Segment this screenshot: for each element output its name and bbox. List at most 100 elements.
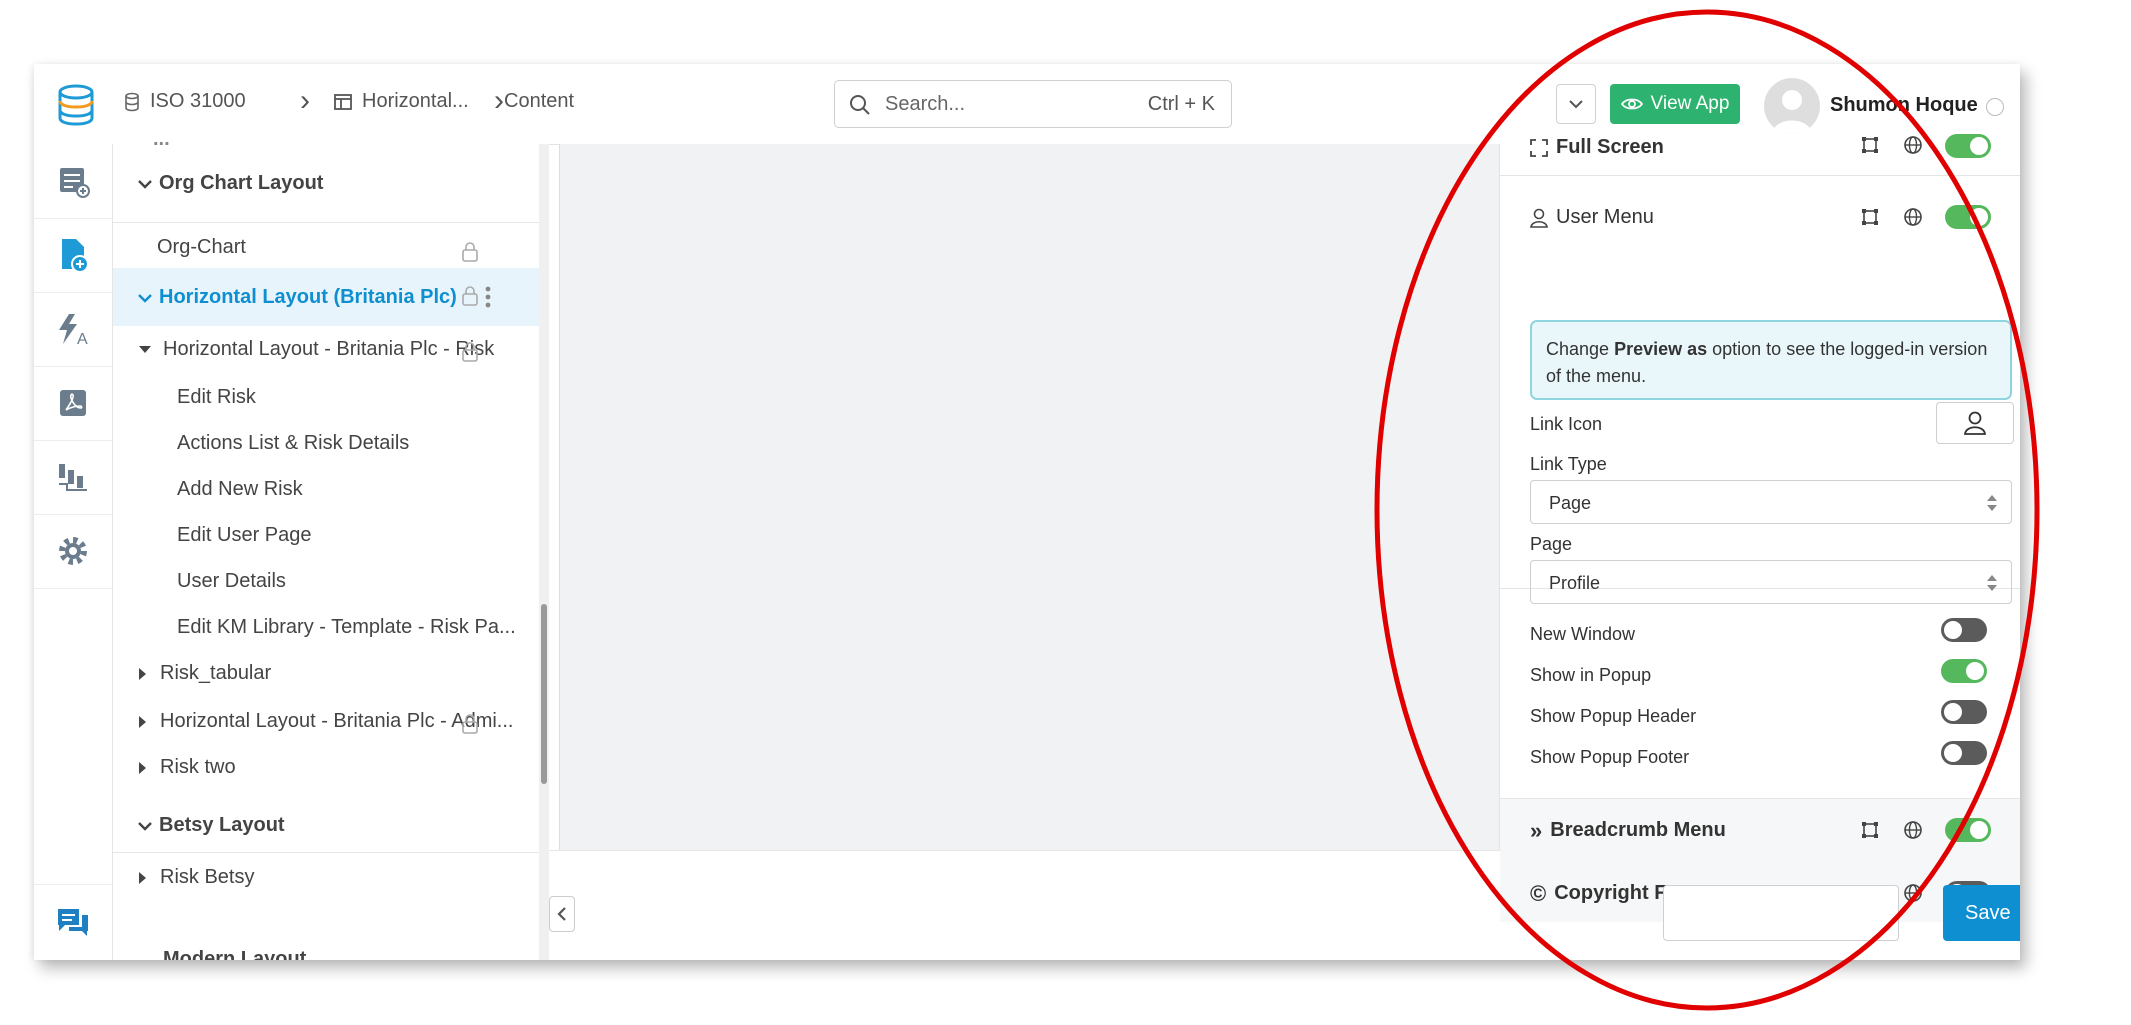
divider	[113, 852, 539, 853]
new-window-toggle[interactable]	[1941, 618, 1987, 642]
tree-item-page[interactable]: Edit User Page	[113, 524, 539, 547]
section-full-screen[interactable]: Full Screen	[1500, 124, 2020, 176]
view-app-button[interactable]: View App	[1610, 84, 1740, 124]
tree-item-page[interactable]: User Details	[113, 570, 539, 593]
tree-group-partial-bottom[interactable]: Modern Layout	[113, 948, 539, 960]
copyright-icon: ©	[1530, 880, 1547, 906]
icon-rail: A	[34, 144, 113, 960]
show-popup-header-label: Show Popup Header	[1530, 706, 1697, 726]
globe-icon[interactable]	[1903, 207, 1923, 227]
chevron-down-icon	[138, 179, 152, 189]
rail-translation[interactable]: A	[34, 292, 112, 367]
show-popup-footer-label: Show Popup Footer	[1530, 747, 1690, 767]
editor-canvas[interactable]	[559, 144, 1500, 850]
double-chevron-icon: »	[1530, 817, 1543, 843]
section-label: Breadcrumb Menu	[1550, 819, 1726, 841]
show-in-popup-toggle[interactable]	[1941, 659, 1987, 683]
page-select[interactable]: Profile	[1530, 560, 2012, 604]
tree-partial-top: ...	[153, 128, 170, 150]
workflow-icon	[59, 464, 87, 491]
page-value: Profile	[1549, 573, 1601, 593]
chevron-left-icon	[557, 907, 566, 921]
show-in-popup-label: Show in Popup	[1530, 665, 1652, 685]
tree-folder-risk-two[interactable]: Risk two	[113, 756, 539, 779]
select-arrows-icon	[1987, 495, 1997, 511]
caret-right-icon	[139, 761, 146, 774]
tree-folder-label: Risk two	[160, 756, 236, 778]
tree-item-page[interactable]: Actions List & Risk Details	[113, 432, 539, 455]
tree-folder-risk-betsy[interactable]: Risk Betsy	[113, 866, 539, 889]
link-icon-picker[interactable]	[1936, 402, 2014, 444]
add-page-icon	[60, 168, 90, 198]
chat-icon	[58, 909, 88, 936]
save-button[interactable]: Save	[1943, 885, 2020, 941]
tree-scrollbar[interactable]	[539, 144, 549, 960]
responsive-icon[interactable]	[1861, 821, 1879, 839]
divider	[113, 222, 539, 223]
gear-icon	[59, 537, 87, 565]
search-input[interactable]: Search... Ctrl + K	[834, 80, 1232, 128]
tree-item-label: Org-Chart	[157, 236, 246, 258]
kebab-menu-icon[interactable]	[485, 286, 491, 308]
user-icon	[1964, 411, 1986, 435]
chevron-down-icon	[1569, 100, 1583, 109]
collapse-sidebar-button[interactable]	[549, 896, 575, 932]
link-type-select[interactable]: Page	[1530, 480, 2012, 524]
breadcrumb-content-label: Content	[504, 90, 575, 112]
database-icon	[125, 92, 139, 111]
app-window: ISO 31000 › Horizontal... › Content Sear…	[34, 64, 2020, 960]
tree-group-org-chart-layout[interactable]: Org Chart Layout	[113, 172, 539, 202]
section-title[interactable]: User Menu	[1530, 206, 1654, 229]
tree-group-betsy-layout[interactable]: Betsy Layout	[113, 814, 539, 837]
search-icon	[850, 95, 870, 115]
show-popup-header-toggle[interactable]	[1941, 700, 1987, 724]
chevron-down-icon	[138, 293, 152, 303]
page-editor-icon	[62, 239, 89, 273]
user-menu-toggle[interactable]	[1945, 205, 1991, 229]
tree-scrollbar-thumb[interactable]	[541, 604, 547, 784]
save-label: Save	[1965, 901, 2011, 924]
show-popup-footer-toggle[interactable]	[1941, 741, 1987, 765]
tree-item-page[interactable]: Edit KM Library - Template - Risk Pa...	[113, 616, 539, 639]
save-name-input[interactable]	[1663, 885, 1899, 941]
responsive-icon[interactable]	[1861, 136, 1879, 154]
page-label: Page	[1530, 534, 1573, 554]
tree-folder-label: Horizontal Layout - Britania Plc - Risk	[163, 338, 495, 360]
view-app-label: View App	[1650, 93, 1730, 114]
tree-item-page[interactable]: Edit Risk	[113, 386, 539, 409]
preview-dropdown-button[interactable]	[1556, 84, 1596, 124]
breadcrumb-db[interactable]: ISO 31000	[124, 90, 246, 113]
rail-workflow[interactable]	[34, 440, 112, 515]
responsive-icon[interactable]	[1861, 208, 1879, 226]
svg-text:A: A	[77, 331, 88, 346]
user-name[interactable]: Shumon Hoque	[1830, 94, 1978, 117]
tree-folder-risk-tabular[interactable]: Risk_tabular	[113, 662, 539, 685]
new-window-label: New Window	[1530, 624, 1636, 644]
globe-icon[interactable]	[1903, 820, 1923, 840]
chevron-down-icon	[138, 821, 152, 831]
rail-settings[interactable]	[34, 514, 112, 589]
more-options-icon[interactable]	[1986, 98, 2004, 116]
lock-icon	[462, 342, 478, 362]
breadcrumb-content[interactable]: Content	[504, 90, 574, 113]
breadcrumb-menu-toggle[interactable]	[1945, 818, 1991, 842]
section-title: » Breadcrumb Menu	[1530, 819, 1726, 842]
link-type-value: Page	[1549, 493, 1592, 513]
full-screen-toggle[interactable]	[1945, 134, 1991, 158]
rail-pdf[interactable]	[34, 366, 112, 441]
rail-add-page[interactable]	[34, 144, 112, 219]
section-breadcrumb-menu[interactable]: » Breadcrumb Menu	[1500, 798, 2020, 864]
link-type-label: Link Type	[1530, 454, 1607, 474]
globe-icon[interactable]	[1903, 135, 1923, 155]
rail-page-editor[interactable]	[34, 218, 112, 293]
breadcrumb-layout[interactable]: Horizontal...	[334, 90, 469, 113]
select-arrows-icon	[1987, 575, 1997, 591]
tree-item-page[interactable]: Add New Risk	[113, 478, 539, 501]
globe-icon[interactable]	[1903, 883, 1923, 903]
info-text: Change	[1546, 339, 1615, 359]
preview-info-alert: Change Preview as option to see the logg…	[1530, 320, 2012, 400]
database-logo-icon[interactable]	[56, 84, 96, 126]
breadcrumb-db-label: ISO 31000	[150, 90, 246, 112]
rail-chat[interactable]	[34, 884, 112, 959]
search-shortcut: Ctrl + K	[1147, 93, 1215, 115]
